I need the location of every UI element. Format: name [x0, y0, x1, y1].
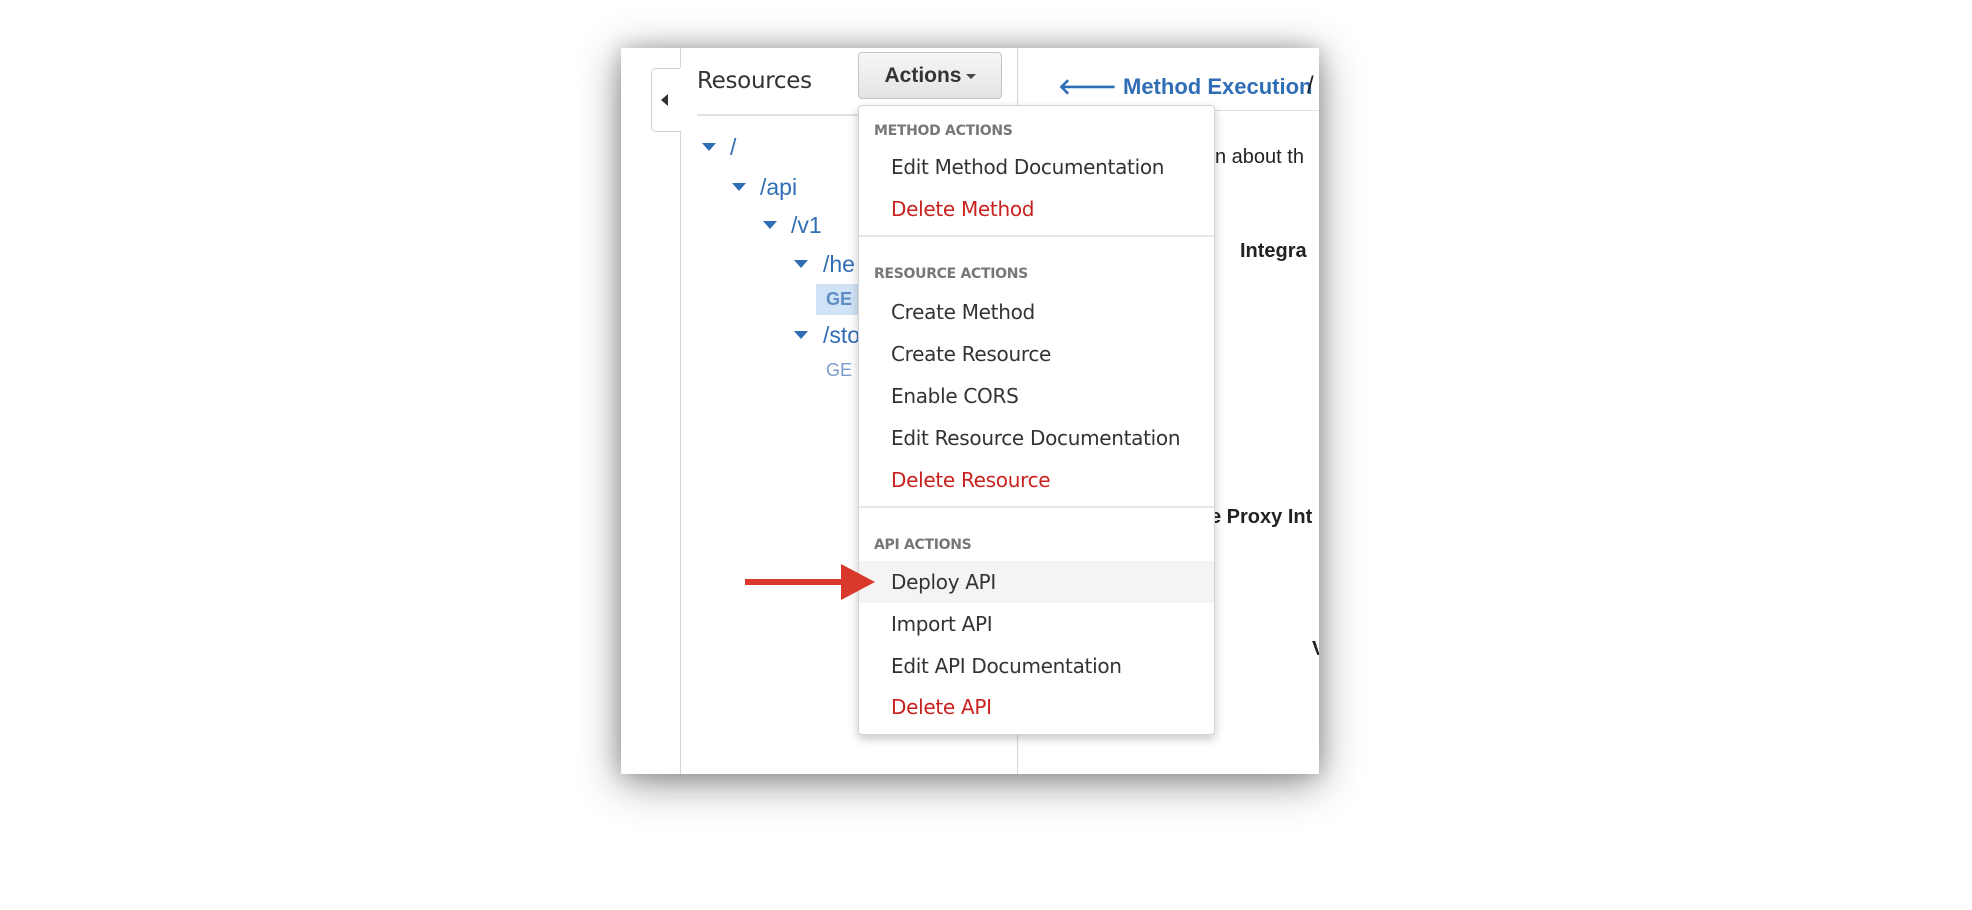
truncated-label: V [1312, 638, 1319, 660]
method-execution-back-link[interactable]: 🡐 Method Execution [1058, 74, 1312, 100]
expand-triangle-icon[interactable] [763, 221, 777, 229]
menu-item-delete-api[interactable]: Delete API [859, 686, 1214, 728]
breadcrumb-separator: / [1307, 72, 1314, 99]
menu-item-create-method[interactable]: Create Method [859, 291, 1214, 333]
tree-node-api[interactable]: /api [732, 172, 812, 202]
menu-item-edit-api-documentation[interactable]: Edit API Documentation [859, 645, 1214, 687]
annotation-arrow-shaft [745, 579, 845, 585]
tree-node-label[interactable]: /api [760, 172, 797, 202]
actions-dropdown-menu: METHOD ACTIONS Edit Method Documentation… [858, 105, 1215, 735]
tree-node-label[interactable]: / [730, 132, 736, 162]
expand-triangle-icon[interactable] [702, 143, 716, 151]
proxy-integration-label: e Proxy Int [1210, 506, 1313, 528]
menu-section-header: API ACTIONS [874, 537, 972, 553]
tree-node-v1[interactable]: /v1 [763, 210, 843, 240]
resources-title: Resources [697, 68, 812, 94]
tree-node-label[interactable]: /he [823, 249, 855, 279]
resources-divider [697, 114, 859, 116]
description-text: n about th [1215, 146, 1304, 168]
left-pane-border [680, 48, 681, 774]
method-label[interactable]: GE [826, 289, 852, 310]
caret-left-icon [661, 94, 668, 106]
tree-node-root[interactable]: / [702, 132, 762, 162]
collapse-sidebar-button[interactable] [651, 68, 681, 132]
menu-item-enable-cors[interactable]: Enable CORS [859, 375, 1214, 417]
arrow-left-icon: 🡐 [1058, 74, 1117, 99]
menu-item-delete-resource[interactable]: Delete Resource [859, 459, 1214, 501]
tree-node-label[interactable]: /sto [823, 320, 860, 350]
menu-section-header: RESOURCE ACTIONS [874, 266, 1028, 282]
expand-triangle-icon[interactable] [732, 183, 746, 191]
caret-down-icon [965, 73, 976, 79]
api-gateway-console-panel: Resources / /api /v1 /he GE /sto GE 🡐 Me… [621, 48, 1319, 774]
menu-divider [859, 506, 1214, 508]
menu-item-delete-method[interactable]: Delete Method [859, 188, 1214, 230]
expand-triangle-icon[interactable] [794, 260, 808, 268]
menu-divider [859, 235, 1214, 237]
menu-item-deploy-api[interactable]: Deploy API [859, 561, 1214, 603]
annotation-arrow-icon [745, 564, 875, 600]
annotation-arrow-head [841, 564, 875, 600]
actions-dropdown-button[interactable]: Actions [858, 52, 1002, 99]
method-label[interactable]: GE [826, 360, 852, 381]
menu-item-import-api[interactable]: Import API [859, 603, 1214, 645]
integration-request-label: Integra [1240, 240, 1307, 262]
menu-item-edit-resource-documentation[interactable]: Edit Resource Documentation [859, 417, 1214, 459]
menu-item-create-resource[interactable]: Create Resource [859, 333, 1214, 375]
menu-section-header: METHOD ACTIONS [874, 123, 1013, 139]
tree-node-label[interactable]: /v1 [791, 210, 822, 240]
menu-item-edit-method-documentation[interactable]: Edit Method Documentation [859, 146, 1214, 188]
expand-triangle-icon[interactable] [794, 331, 808, 339]
